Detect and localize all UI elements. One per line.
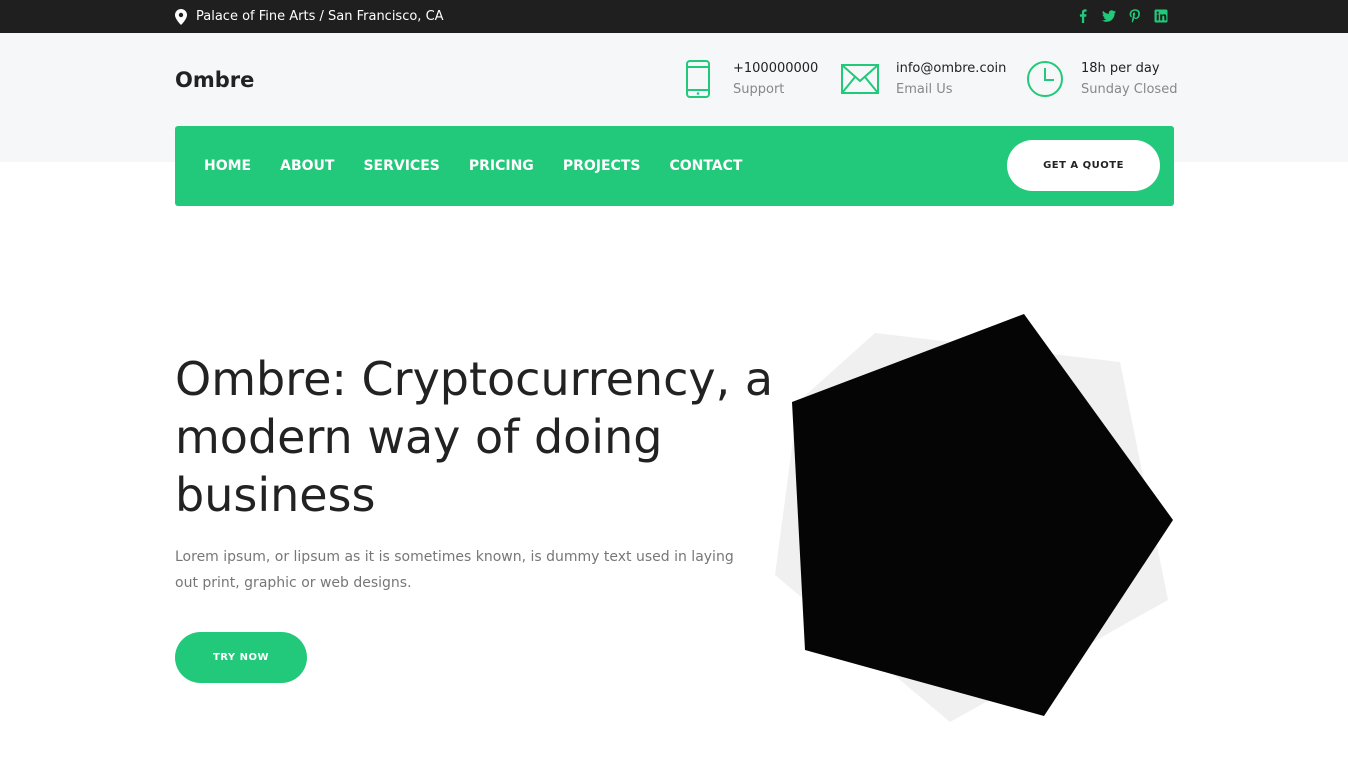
phone-contact: +100000000 Support	[685, 60, 818, 99]
linkedin-icon[interactable]	[1154, 9, 1168, 23]
location-info: Palace of Fine Arts / San Francisco, CA	[175, 8, 444, 25]
nav-item-projects[interactable]: PROJECTS	[563, 158, 641, 174]
nav-item-pricing[interactable]: PRICING	[469, 158, 534, 174]
pinterest-icon[interactable]	[1128, 9, 1142, 23]
site-logo[interactable]: Ombre	[175, 68, 254, 92]
location-pin-icon	[175, 8, 187, 25]
phone-icon	[685, 60, 711, 98]
try-now-button[interactable]: TRY NOW	[175, 632, 307, 683]
email-contact: info@ombre.coin Email Us	[841, 60, 1006, 99]
nav-item-about[interactable]: ABOUT	[280, 158, 334, 174]
social-links	[1076, 9, 1168, 23]
twitter-icon[interactable]	[1102, 9, 1116, 23]
hero-description: Lorem ipsum, or lipsum as it is sometime…	[175, 549, 734, 591]
mail-icon	[841, 63, 879, 95]
nav-item-home[interactable]: HOME	[204, 158, 251, 174]
hours-value: 18h per day	[1081, 61, 1160, 76]
hours-label: Sunday Closed	[1081, 82, 1178, 97]
hero-title: Ombre: Cryptocurrency, a modern way of d…	[175, 352, 774, 522]
nav-item-contact[interactable]: CONTACT	[669, 158, 742, 174]
email-label: Email Us	[896, 82, 953, 97]
phone-number[interactable]: +100000000	[733, 60, 818, 78]
top-bar: Palace of Fine Arts / San Francisco, CA	[0, 0, 1348, 33]
hero-illustration	[775, 314, 1173, 722]
get-quote-button[interactable]: GET A QUOTE	[1007, 140, 1160, 191]
main-navigation: HOME ABOUT SERVICES PRICING PROJECTS CON…	[175, 126, 1174, 206]
email-address[interactable]: info@ombre.coin	[896, 60, 1006, 78]
hours-info: 18h per day Sunday Closed	[1026, 60, 1177, 99]
phone-label: Support	[733, 82, 785, 97]
nav-item-services[interactable]: SERVICES	[363, 158, 439, 174]
location-text: Palace of Fine Arts / San Francisco, CA	[196, 9, 444, 24]
clock-icon	[1026, 60, 1064, 98]
facebook-icon[interactable]	[1076, 9, 1090, 23]
